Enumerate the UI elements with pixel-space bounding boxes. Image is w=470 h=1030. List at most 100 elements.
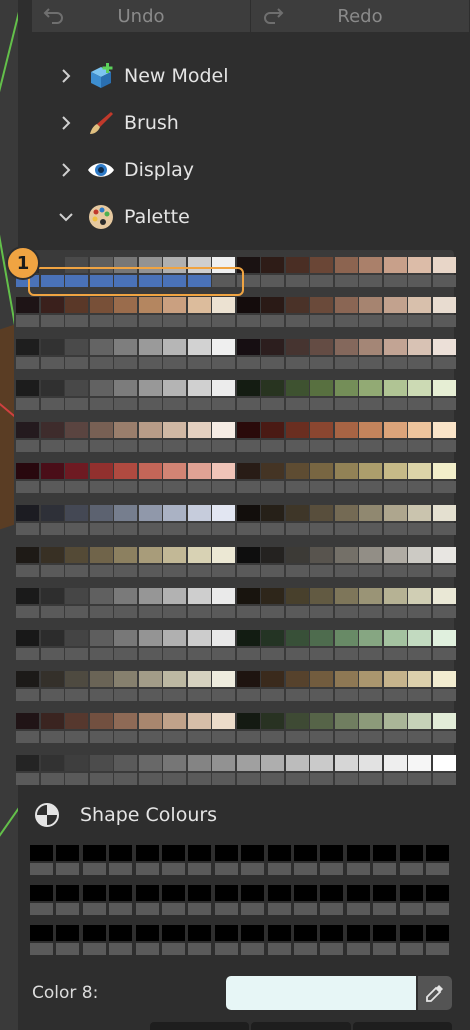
palette-swatch[interactable] xyxy=(65,546,88,563)
palette-swatch[interactable] xyxy=(40,338,64,355)
swatch-slot[interactable] xyxy=(187,647,211,660)
palette-swatch[interactable] xyxy=(236,421,260,438)
swatch-slot[interactable] xyxy=(334,772,358,785)
chevron-right-icon[interactable] xyxy=(56,160,76,180)
swatch-slot[interactable] xyxy=(187,523,211,535)
swatch-slot[interactable] xyxy=(310,398,333,411)
palette-swatch[interactable] xyxy=(163,421,186,438)
swatch-slot[interactable] xyxy=(310,356,333,369)
palette-swatch[interactable] xyxy=(261,380,284,397)
swatch-slot[interactable] xyxy=(310,439,333,452)
shape-colour-swatch[interactable] xyxy=(267,885,291,901)
palette-swatch[interactable] xyxy=(16,421,39,438)
palette-swatch[interactable] xyxy=(163,297,186,313)
swatch-slot[interactable] xyxy=(285,439,309,452)
swatch-slot[interactable] xyxy=(163,398,186,411)
palette-swatch[interactable] xyxy=(310,588,333,605)
swatch-slot[interactable] xyxy=(285,356,309,369)
swatch-slot[interactable] xyxy=(212,564,235,577)
swatch-slot[interactable] xyxy=(30,863,53,875)
swatch-slot[interactable] xyxy=(89,398,113,411)
palette-swatch[interactable] xyxy=(16,338,39,355)
swatch-slot[interactable] xyxy=(432,689,456,702)
shape-colour-swatch[interactable] xyxy=(426,925,449,941)
swatch-slot[interactable] xyxy=(135,863,159,875)
swatch-slot[interactable] xyxy=(373,943,397,955)
swatch-slot[interactable] xyxy=(109,903,133,915)
swatch-slot[interactable] xyxy=(334,689,358,702)
swatch-slot[interactable] xyxy=(138,398,162,411)
palette-swatch[interactable] xyxy=(236,380,260,397)
swatch-slot[interactable] xyxy=(16,606,39,619)
swatch-slot[interactable] xyxy=(408,439,431,452)
swatch-slot[interactable] xyxy=(16,315,39,327)
swatch-slot[interactable] xyxy=(135,903,159,915)
palette-swatch[interactable] xyxy=(285,297,309,313)
swatch-slot[interactable] xyxy=(65,356,88,369)
shape-colour-swatch[interactable] xyxy=(162,885,185,901)
palette-swatch[interactable] xyxy=(163,713,186,729)
shape-colour-swatch[interactable] xyxy=(109,845,133,861)
swatch-slot[interactable] xyxy=(261,606,284,619)
palette-swatch[interactable] xyxy=(310,463,333,480)
palette-swatch[interactable] xyxy=(383,338,407,355)
swatch-slot[interactable] xyxy=(359,647,382,660)
swatch-slot[interactable] xyxy=(320,863,344,875)
shape-colour-swatch[interactable] xyxy=(241,925,265,941)
palette-swatch[interactable] xyxy=(334,421,358,438)
bottom-tab[interactable] xyxy=(251,1022,351,1030)
palette-swatch[interactable] xyxy=(138,297,162,313)
swatch-slot[interactable] xyxy=(187,356,211,369)
swatch-slot[interactable] xyxy=(294,903,317,915)
palette-swatch[interactable] xyxy=(432,257,456,273)
palette-swatch[interactable] xyxy=(187,546,211,563)
palette-swatch[interactable] xyxy=(114,380,137,397)
swatch-slot[interactable] xyxy=(163,647,186,660)
shape-colour-swatch[interactable] xyxy=(56,845,80,861)
palette-swatch[interactable] xyxy=(187,463,211,480)
swatch-slot[interactable] xyxy=(212,647,235,660)
swatch-slot[interactable] xyxy=(89,606,113,619)
palette-swatch[interactable] xyxy=(383,754,407,771)
shape-colour-swatch[interactable] xyxy=(30,885,53,901)
swatch-slot[interactable] xyxy=(16,481,39,494)
palette-swatch[interactable] xyxy=(89,629,113,646)
palette-swatch[interactable] xyxy=(285,546,309,563)
palette-swatch[interactable] xyxy=(89,421,113,438)
swatch-slot[interactable] xyxy=(138,315,162,327)
swatch-slot[interactable] xyxy=(241,943,265,955)
eyedropper-button[interactable] xyxy=(418,976,452,1010)
palette-swatch[interactable] xyxy=(16,588,39,605)
swatch-slot[interactable] xyxy=(310,315,333,327)
swatch-slot[interactable] xyxy=(236,439,260,452)
shape-colour-swatch[interactable] xyxy=(82,925,106,941)
swatch-slot[interactable] xyxy=(16,689,39,702)
palette-swatch[interactable] xyxy=(408,505,431,521)
palette-swatch[interactable] xyxy=(212,505,235,521)
swatch-slot[interactable] xyxy=(212,772,235,785)
palette-swatch[interactable] xyxy=(359,588,382,605)
swatch-slot[interactable] xyxy=(408,772,431,785)
palette-swatch[interactable] xyxy=(236,338,260,355)
palette-swatch[interactable] xyxy=(261,463,284,480)
palette-swatch[interactable] xyxy=(89,671,113,688)
palette-swatch[interactable] xyxy=(65,713,88,729)
swatch-slot[interactable] xyxy=(114,606,137,619)
palette-swatch[interactable] xyxy=(65,297,88,313)
redo-button[interactable]: Redo xyxy=(251,0,470,32)
palette-swatch[interactable] xyxy=(383,671,407,688)
swatch-slot[interactable] xyxy=(359,606,382,619)
swatch-slot[interactable] xyxy=(40,523,64,535)
palette-swatch[interactable] xyxy=(65,505,88,521)
swatch-slot[interactable] xyxy=(163,689,186,702)
swatch-slot[interactable] xyxy=(383,731,407,743)
swatch-slot[interactable] xyxy=(65,481,88,494)
swatch-slot[interactable] xyxy=(212,356,235,369)
swatch-slot[interactable] xyxy=(408,523,431,535)
palette-swatch[interactable] xyxy=(236,546,260,563)
swatch-slot[interactable] xyxy=(399,943,423,955)
shape-colour-swatch[interactable] xyxy=(188,925,212,941)
swatch-slot[interactable] xyxy=(138,523,162,535)
swatch-slot[interactable] xyxy=(187,689,211,702)
swatch-slot[interactable] xyxy=(261,275,284,287)
